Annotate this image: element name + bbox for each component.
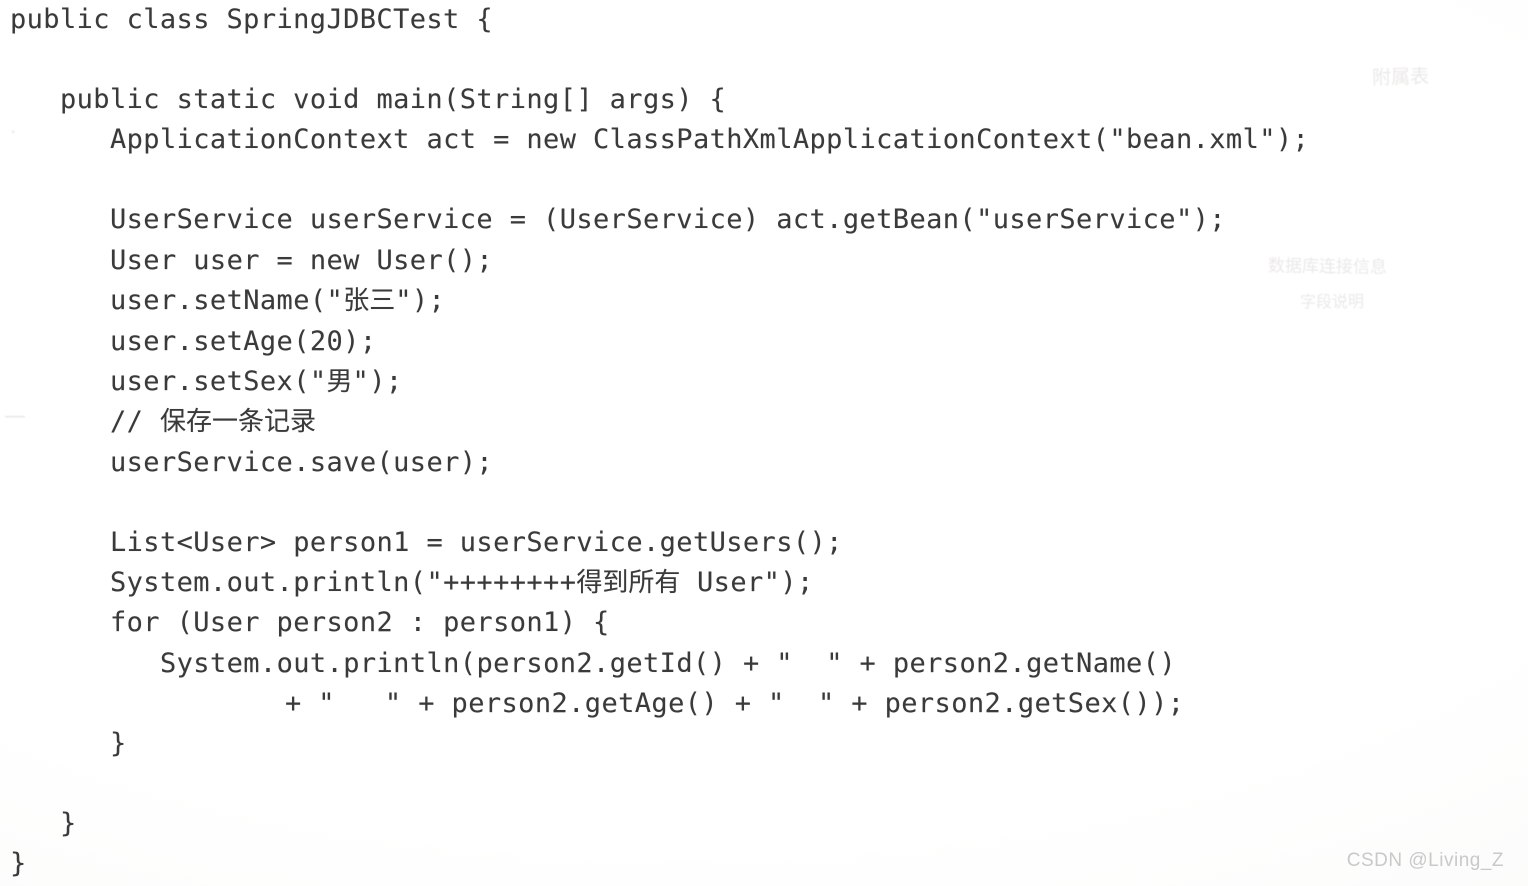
code-line: user.setName("张三"); <box>110 285 446 316</box>
scanned-page: 附属表 数据库连接信息 字段说明 — · public class SpringJDBC… <box>0 0 1528 886</box>
code-line: for (User person2 : person1) { <box>110 607 610 638</box>
code-line: public static void main(String[] args) { <box>60 84 727 115</box>
code-line: userService.save(user); <box>110 447 494 478</box>
cjk-run: 得到所有 <box>576 568 681 598</box>
code-line: List<User> person1 = userService.getUser… <box>110 527 843 558</box>
cjk-run: 男 <box>326 367 353 397</box>
code-line: } <box>10 848 27 879</box>
code-line: System.out.println("++++++++得到所有 User"); <box>110 567 814 598</box>
code-listing: public class SpringJDBCTest { public stat… <box>0 0 1528 886</box>
code-line: System.out.println(person2.getId() + " "… <box>160 648 1176 679</box>
code-line: UserService userService = (UserService) … <box>110 204 1226 235</box>
code-line: } <box>60 808 77 839</box>
cjk-run: 张三 <box>343 286 396 316</box>
code-line: user.setSex("男"); <box>110 366 403 397</box>
cjk-run: 保存一条记录 <box>159 407 316 437</box>
code-line: + " " + person2.getAge() + " " + person2… <box>285 688 1185 719</box>
code-line: User user = new User(); <box>110 245 494 276</box>
code-line: user.setAge(20); <box>110 326 377 357</box>
code-line: public class SpringJDBCTest { <box>10 4 494 35</box>
code-line: ApplicationContext act = new ClassPathXm… <box>110 124 1310 155</box>
code-line: } <box>110 728 127 759</box>
csdn-watermark: CSDN @Living_Z <box>1346 850 1504 871</box>
code-line: // 保存一条记录 <box>110 406 316 437</box>
